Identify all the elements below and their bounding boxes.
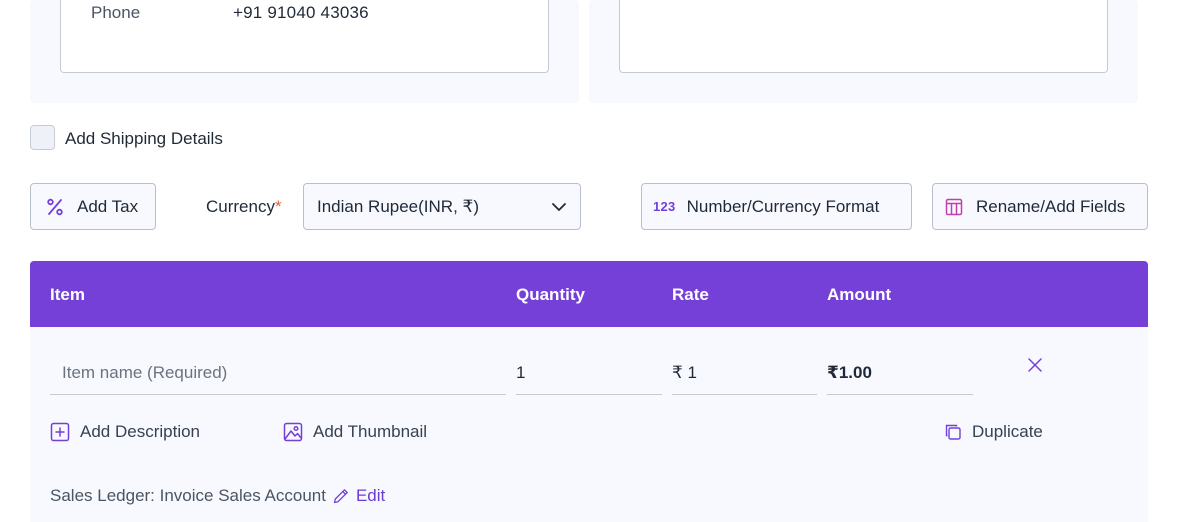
billed-to-card bbox=[619, 0, 1108, 73]
number-format-icon: 123 bbox=[653, 199, 676, 214]
number-format-label: Number/Currency Format bbox=[686, 196, 880, 216]
duplicate-button[interactable]: Duplicate bbox=[944, 422, 1043, 442]
items-table: Item Quantity Rate Amount ₹1.00 Add Desc… bbox=[30, 261, 1148, 522]
required-mark: * bbox=[274, 197, 282, 216]
image-icon bbox=[283, 422, 303, 442]
sales-ledger: Sales Ledger: Invoice Sales Account Edit bbox=[50, 486, 385, 506]
pencil-icon bbox=[333, 489, 348, 504]
add-thumbnail-label: Add Thumbnail bbox=[313, 422, 428, 441]
header-quantity: Quantity bbox=[516, 285, 585, 304]
amount-value: ₹1.00 bbox=[827, 351, 973, 395]
header-item: Item bbox=[50, 285, 85, 304]
add-thumbnail-button[interactable]: Add Thumbnail bbox=[283, 422, 427, 442]
header-rate: Rate bbox=[672, 285, 709, 304]
add-tax-button[interactable]: Add Tax bbox=[30, 183, 156, 230]
phone-label: Phone bbox=[91, 3, 141, 22]
currency-label: Currency* bbox=[206, 197, 282, 217]
table-columns-icon bbox=[944, 197, 964, 217]
plus-square-icon bbox=[50, 422, 70, 442]
add-tax-label: Add Tax bbox=[77, 196, 139, 216]
currency-select[interactable]: Indian Rupee(INR, ₹) bbox=[303, 183, 581, 230]
edit-label: Edit bbox=[355, 486, 386, 505]
header-amount: Amount bbox=[827, 285, 892, 304]
shipping-checkbox[interactable] bbox=[30, 125, 55, 150]
add-description-label: Add Description bbox=[80, 422, 201, 441]
phone-value: +91 91040 43036 bbox=[233, 3, 369, 22]
currency-label-text: Currency bbox=[206, 197, 275, 216]
chevron-down-icon bbox=[550, 198, 568, 221]
rename-fields-button[interactable]: Rename/Add Fields bbox=[932, 183, 1148, 230]
currency-value: Indian Rupee(INR, ₹) bbox=[317, 196, 479, 216]
item-name-input[interactable] bbox=[50, 351, 506, 395]
rename-fields-label: Rename/Add Fields bbox=[976, 196, 1126, 216]
table-header: Item Quantity Rate Amount bbox=[30, 261, 1148, 327]
rate-input[interactable] bbox=[672, 351, 817, 395]
copy-icon bbox=[944, 423, 962, 441]
edit-ledger-button[interactable]: Edit bbox=[332, 486, 385, 506]
add-description-button[interactable]: Add Description bbox=[50, 422, 200, 442]
number-format-button[interactable]: 123 Number/Currency Format bbox=[641, 183, 912, 230]
quantity-input[interactable] bbox=[516, 351, 662, 395]
close-icon[interactable] bbox=[1027, 357, 1043, 378]
percent-icon bbox=[45, 197, 65, 217]
sales-ledger-text: Sales Ledger: Invoice Sales Account bbox=[50, 486, 326, 505]
shipping-label: Add Shipping Details bbox=[65, 129, 223, 148]
duplicate-label: Duplicate bbox=[972, 422, 1043, 441]
